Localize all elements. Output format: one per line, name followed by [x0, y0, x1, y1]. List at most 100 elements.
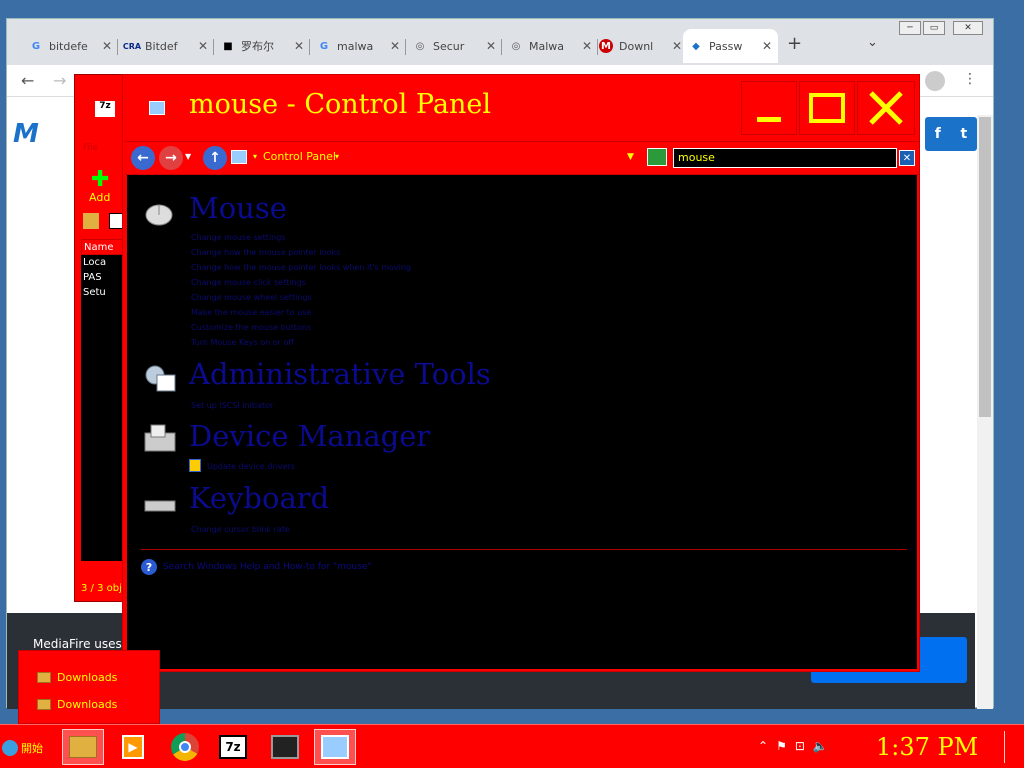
group-title-keyboard[interactable]: Keyboard: [189, 481, 329, 515]
result-link[interactable]: Change how the mouse pointer looks: [191, 248, 340, 257]
tab-title: Malwa: [529, 39, 565, 53]
tab-6[interactable]: ◎ Malwa ✕: [503, 29, 598, 63]
chevron-icon[interactable]: ▾: [253, 152, 257, 161]
result-link[interactable]: Change cursor blink rate: [191, 525, 290, 534]
tab-7[interactable]: M Downl ✕: [593, 29, 688, 63]
help-text: Search Windows Help and How-to for "mous…: [163, 562, 372, 572]
tab-5[interactable]: ◎ Secur ✕: [407, 29, 502, 63]
start-label: 開始: [21, 742, 43, 755]
result-link[interactable]: Customize the mouse buttons: [191, 323, 311, 332]
start-button[interactable]: 開始: [2, 737, 43, 759]
divider: [141, 549, 907, 550]
search-input[interactable]: mouse: [673, 148, 897, 168]
help-link[interactable]: ? Search Windows Help and How-to for "mou…: [141, 559, 372, 575]
downloads-item[interactable]: Downloads: [37, 667, 117, 687]
group-title-mouse[interactable]: Mouse: [189, 191, 287, 225]
breadcrumb[interactable]: Control Panel: [263, 150, 336, 163]
add-label: Add: [89, 191, 111, 204]
tab-title: 罗布尔: [241, 40, 274, 53]
profile-avatar[interactable]: [925, 71, 945, 91]
maximize-button[interactable]: [799, 81, 855, 135]
control-panel-icon: [231, 150, 247, 164]
globe-icon: ◎: [415, 40, 425, 52]
menu-file[interactable]: File: [83, 143, 98, 153]
result-link[interactable]: Change mouse settings: [191, 233, 285, 242]
chevron-icon[interactable]: ▾: [335, 152, 339, 161]
taskbar-explorer[interactable]: [62, 729, 104, 765]
maximize-button[interactable]: ▭: [923, 21, 945, 35]
downloads-popup: Downloads Downloads: [18, 650, 160, 724]
close-button[interactable]: [857, 81, 915, 135]
tab-1[interactable]: Gbitdefe ✕: [23, 29, 118, 63]
up-button[interactable]: ↑: [203, 146, 227, 170]
minimize-button[interactable]: [741, 81, 797, 135]
close-icon[interactable]: ✕: [762, 39, 772, 53]
taskbar-task-manager[interactable]: [264, 729, 306, 765]
taskbar-chrome[interactable]: [164, 729, 206, 765]
taskbar-7zip[interactable]: 7z: [212, 729, 254, 765]
show-desktop-button[interactable]: [1004, 731, 1020, 763]
result-link[interactable]: Turn Mouse Keys on or off: [191, 338, 294, 347]
tab-title: Downl: [619, 39, 654, 53]
page-scrollbar[interactable]: [977, 115, 993, 709]
close-icon: [869, 91, 903, 125]
facebook-icon[interactable]: f: [935, 126, 941, 142]
group-title-device-manager[interactable]: Device Manager: [189, 419, 430, 453]
tab-title: malwa: [337, 39, 374, 53]
downloads-item[interactable]: Downloads: [37, 694, 117, 714]
close-icon[interactable]: ✕: [294, 39, 304, 53]
network-icon[interactable]: ⊡: [795, 739, 805, 753]
result-link[interactable]: Update device drivers: [207, 462, 295, 471]
show-hidden-icons[interactable]: ⌃: [758, 739, 768, 753]
taskbar-control-panel[interactable]: [314, 729, 356, 765]
clock[interactable]: 1:37 PM: [876, 733, 978, 761]
action-center-icon[interactable]: ⚑: [776, 739, 787, 753]
forward-icon[interactable]: →: [53, 71, 66, 90]
navigation-bar: ← → ▼ ↑ ▾ Control Panel ▾ ▼ mouse ✕: [125, 141, 919, 175]
new-tab-button[interactable]: +: [787, 33, 802, 54]
forward-button[interactable]: →: [159, 146, 183, 170]
close-icon[interactable]: ✕: [672, 39, 682, 53]
twitter-icon[interactable]: t: [960, 126, 967, 142]
tab-2[interactable]: CRA Bitdef ✕: [119, 29, 214, 63]
group-title-admin-tools[interactable]: Administrative Tools: [189, 357, 491, 391]
result-link[interactable]: Change mouse wheel settings: [191, 293, 312, 302]
address-dropdown-icon[interactable]: ▼: [627, 152, 634, 162]
menu-icon[interactable]: ⋮: [963, 71, 977, 87]
cookie-text: MediaFire uses: [33, 637, 122, 651]
volume-icon[interactable]: 🔈: [813, 739, 828, 753]
windows-orb-icon: [2, 740, 18, 756]
minimize-button[interactable]: ─: [899, 21, 921, 35]
result-link[interactable]: Change how the mouse pointer looks when …: [191, 263, 411, 272]
close-button[interactable]: ✕: [953, 21, 983, 35]
folder-icon[interactable]: [83, 213, 99, 229]
add-icon[interactable]: ✚: [91, 167, 109, 192]
close-icon[interactable]: ✕: [390, 39, 400, 53]
uac-shield-icon: [189, 459, 201, 472]
back-button[interactable]: ←: [131, 146, 155, 170]
recent-pages-icon[interactable]: ▼: [185, 152, 191, 161]
close-icon[interactable]: ✕: [102, 39, 112, 53]
7zip-icon: 7z: [95, 101, 115, 117]
tab-8-active[interactable]: ◆ Passw ✕: [683, 29, 778, 63]
device-manager-icon: [144, 424, 176, 452]
tab-4[interactable]: Gmalwa ✕: [311, 29, 406, 63]
window-title: mouse - Control Panel: [189, 89, 491, 120]
explorer-icon: [69, 736, 97, 758]
scroll-thumb[interactable]: [979, 117, 991, 417]
result-link[interactable]: Change mouse click settings: [191, 278, 306, 287]
tab-search-button[interactable]: ⌄: [867, 35, 878, 50]
refresh-icon[interactable]: [647, 148, 667, 166]
close-icon[interactable]: ✕: [198, 39, 208, 53]
clear-search-button[interactable]: ✕: [899, 150, 915, 166]
tab-title: Passw: [709, 39, 743, 53]
mouse-icon: [145, 204, 173, 226]
result-link[interactable]: Make the mouse easier to use: [191, 308, 311, 317]
tab-3[interactable]: ■ 罗布尔 ✕: [215, 29, 310, 63]
close-icon[interactable]: ✕: [486, 39, 496, 53]
close-icon[interactable]: ✕: [582, 39, 592, 53]
taskbar-media-player[interactable]: ▶: [112, 729, 154, 765]
roblox-icon: ■: [223, 40, 233, 52]
back-icon[interactable]: ←: [21, 71, 34, 90]
result-link[interactable]: Set up iSCSI initiator: [191, 401, 273, 410]
